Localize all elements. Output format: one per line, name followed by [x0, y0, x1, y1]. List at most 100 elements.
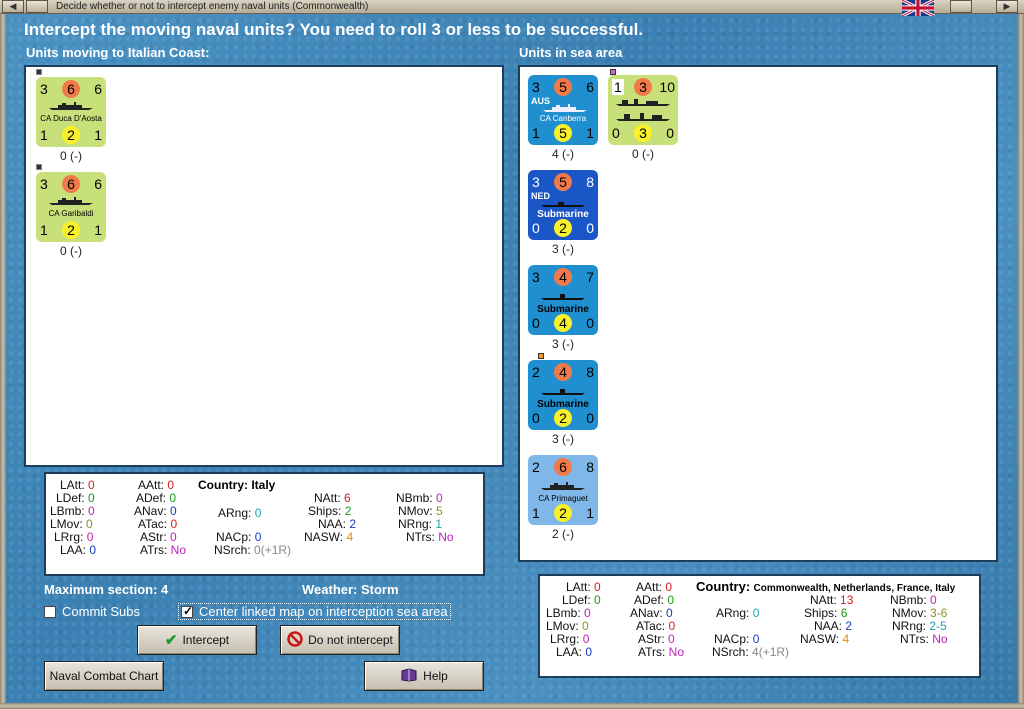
unit-marker-icon — [610, 69, 616, 75]
stat-atrs: ATrs: No — [140, 543, 187, 557]
unit-counter-submarine-2[interactable]: 3 4 7 Submarine 0 4 0 — [528, 265, 598, 335]
counter-range: 7 — [586, 269, 594, 285]
counter-defense-left: 0 — [532, 410, 540, 426]
counter-caption: 3 (-) — [552, 242, 574, 256]
do-not-intercept-button[interactable]: Do not intercept — [280, 625, 400, 655]
counter-caption: 4 (-) — [552, 147, 574, 161]
counter-range: 6 — [94, 176, 102, 192]
right-arrow-icon[interactable]: ▶ — [996, 0, 1018, 13]
cruiser-icon — [49, 102, 93, 110]
counter-caption: 3 (-) — [552, 337, 574, 351]
checkbox-box[interactable]: ✓ — [181, 604, 193, 618]
check-icon: ✔ — [164, 632, 178, 649]
stat-nsrch: NSrch: 4(+1R) — [712, 645, 790, 659]
counter-attack-left: 3 — [532, 174, 540, 190]
counter-movement: 0 — [666, 125, 674, 141]
counter-defense-left: 0 — [532, 220, 540, 236]
counter-movement: 0 — [586, 410, 594, 426]
unit-marker-icon — [538, 353, 544, 359]
counter-attack-circle: 6 — [62, 80, 80, 98]
stat-nasw: NASW: 4 — [800, 632, 850, 646]
counter-caption: 0 (-) — [60, 149, 82, 163]
minimize-button[interactable] — [950, 0, 972, 13]
counter-defense-circle: 2 — [554, 504, 572, 522]
frame-bottom — [0, 703, 1024, 709]
unit-counter-canberra[interactable]: 3 5 6 AUS CA Canberra 1 5 1 — [528, 75, 598, 145]
counter-attack-circle: 6 — [62, 175, 80, 193]
cruiser-icon — [541, 482, 585, 490]
unit-counter-garibaldi[interactable]: 3 6 6 CA Garibaldi 1 2 1 — [36, 172, 106, 242]
counter-name: CA Duca D'Aosta — [40, 114, 102, 123]
counter-attack-circle: 3 — [634, 78, 652, 96]
window-title: Decide whether or not to intercept enemy… — [56, 1, 369, 12]
left-section-label: Units moving to Italian Coast: — [26, 45, 210, 60]
stat-arng: ARng: 0 — [218, 506, 262, 520]
no-entry-icon — [287, 630, 303, 650]
counter-caption: 2 (-) — [552, 527, 574, 541]
counter-attack-left: 2 — [532, 459, 540, 475]
counter-defense-circle: 2 — [62, 221, 80, 239]
checkbox-box[interactable] — [44, 605, 56, 618]
counter-movement: 0 — [586, 220, 594, 236]
naval-combat-chart-button[interactable]: Naval Combat Chart — [44, 661, 164, 691]
center-map-checkbox[interactable]: ✓ Center linked map on interception sea … — [178, 603, 451, 620]
counter-defense-left: 0 — [612, 125, 620, 141]
counter-range: 6 — [586, 79, 594, 95]
counter-defense-left: 1 — [40, 127, 48, 143]
counter-movement: 0 — [586, 315, 594, 331]
help-button[interactable]: Help — [364, 661, 484, 691]
checkbox-label: Center linked map on interception sea ar… — [199, 604, 448, 619]
counter-defense-left: 1 — [40, 222, 48, 238]
counter-defense-circle: 3 — [634, 124, 652, 142]
counter-caption: 0 (-) — [632, 147, 654, 161]
commit-subs-checkbox[interactable]: Commit Subs — [44, 604, 140, 619]
counter-attack-left: 3 — [532, 269, 540, 285]
counter-attack-left: 3 — [40, 81, 48, 97]
italy-stats-box: LAtt: 0 LDef: 0 LBmb: 0 LMov: 0 LRrg: 0 … — [44, 472, 485, 576]
counter-attack-circle: 6 — [554, 458, 572, 476]
sea-area-units-panel[interactable]: 3 5 6 AUS CA Canberra 1 5 1 4 (-) 1 3 10… — [518, 65, 998, 562]
frame-left — [0, 14, 6, 709]
counter-attack-left: 3 — [532, 79, 540, 95]
counter-caption: 3 (-) — [552, 432, 574, 446]
frame-right — [1018, 14, 1024, 709]
unit-counter-duca-daosta[interactable]: 3 6 6 CA Duca D'Aosta 1 2 1 — [36, 77, 106, 147]
right-section-label: Units in sea area — [519, 45, 623, 60]
stat-laa: LAA: 0 — [556, 645, 593, 659]
cruiser-icon — [543, 104, 587, 112]
counter-defense-circle: 2 — [62, 126, 80, 144]
unit-marker-icon — [36, 164, 42, 170]
unit-counter-convoy-stack[interactable]: 1 3 10 0 3 0 — [608, 75, 678, 145]
title-bar[interactable]: ◀ Decide whether or not to intercept ene… — [0, 0, 1024, 16]
stat-arng: ARng: 0 — [716, 606, 760, 620]
counter-defense-left: 1 — [532, 505, 540, 521]
stat-ntrs: NTrs: No — [900, 632, 948, 646]
counter-range: 8 — [586, 364, 594, 380]
counter-range: 10 — [659, 79, 675, 95]
counter-name: CA Primaguet — [538, 494, 588, 503]
weather: Weather: Storm — [302, 582, 399, 597]
left-arrow-icon[interactable]: ◀ — [2, 0, 24, 13]
counter-movement: 1 — [94, 127, 102, 143]
counter-defense-left: 0 — [532, 315, 540, 331]
counter-name: CA Garibaldi — [48, 209, 94, 218]
counter-attack-left: 1 — [612, 79, 624, 95]
counter-attack-circle: 5 — [554, 173, 572, 191]
unit-marker-icon — [36, 69, 42, 75]
union-jack-icon — [901, 0, 935, 16]
counter-defense-circle: 4 — [554, 314, 572, 332]
submarine-icon — [541, 294, 585, 300]
counter-defense-left: 1 — [532, 125, 540, 141]
stat-ntrs: NTrs: No — [406, 530, 454, 544]
unit-counter-ned-submarine[interactable]: 3 5 8 NED Submarine 0 2 0 — [528, 170, 598, 240]
unit-counter-primaguet[interactable]: 2 6 8 CA Primaguet 1 2 1 — [528, 455, 598, 525]
intercept-button[interactable]: ✔ Intercept — [137, 625, 257, 655]
menu-button[interactable] — [26, 0, 48, 13]
unit-counter-submarine-3[interactable]: 2 4 8 Submarine 0 2 0 — [528, 360, 598, 430]
stat-nasw: NASW: 4 — [304, 530, 354, 544]
cruiser-icon — [49, 197, 93, 205]
counter-name: CA Canberra — [539, 114, 587, 123]
counter-movement: 1 — [586, 125, 594, 141]
moving-units-panel[interactable]: 3 6 6 CA Duca D'Aosta 1 2 1 0 (-) 3 6 6 … — [24, 65, 504, 467]
book-icon — [400, 667, 418, 685]
